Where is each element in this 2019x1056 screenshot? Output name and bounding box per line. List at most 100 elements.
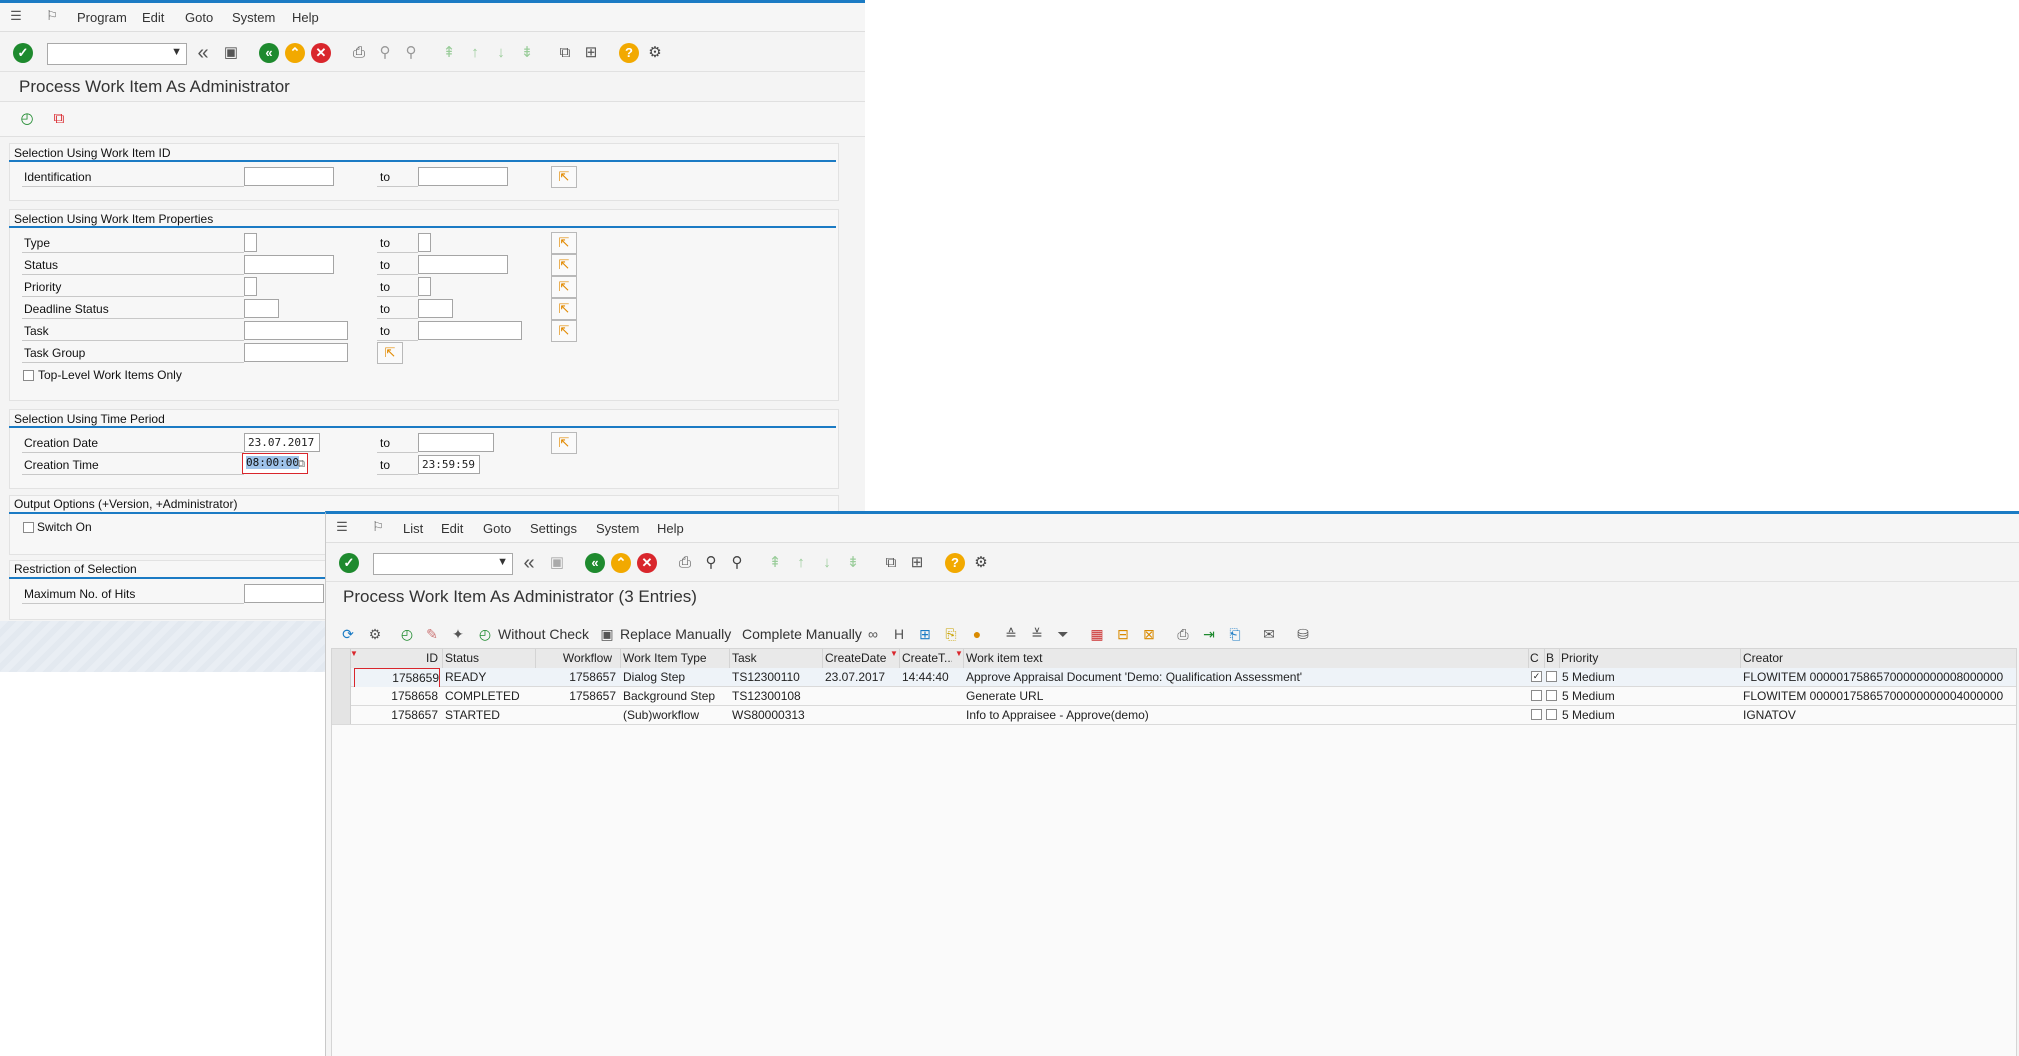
last-page-icon[interactable]: ⇟ (517, 43, 537, 63)
settings-gear-icon[interactable]: ⚙ (645, 43, 665, 63)
previous-page-icon[interactable]: ↑ (791, 553, 811, 573)
complete-manually-button[interactable]: Complete Manually (742, 626, 862, 642)
col-priority[interactable]: Priority (1561, 649, 1681, 667)
layout-change-icon[interactable]: ⊟ (1114, 625, 1132, 643)
without-check-icon[interactable]: ◴ (476, 625, 494, 643)
col-b[interactable]: B (1546, 649, 1560, 667)
print-preview-icon[interactable]: ⎙ (1174, 625, 1192, 643)
exit-icon[interactable]: ⌃ (285, 43, 305, 63)
command-field[interactable]: ▼ (373, 553, 513, 575)
creation-time-from-input[interactable]: 08:00:00 ⧉ (242, 453, 308, 474)
exit-icon[interactable]: ⌃ (611, 553, 631, 573)
deadline-status-to-input[interactable] (418, 299, 453, 318)
multiple-selection-button[interactable]: ⇱ (551, 166, 577, 188)
status-from-input[interactable] (244, 255, 334, 274)
menu-list[interactable]: List (403, 521, 423, 536)
save-icon[interactable]: ▣ (221, 43, 241, 63)
menu-settings[interactable]: Settings (530, 521, 577, 536)
col-creator[interactable]: Creator (1743, 649, 1943, 667)
next-page-icon[interactable]: ↓ (491, 43, 511, 63)
previous-page-icon[interactable]: ↑ (465, 43, 485, 63)
layout-save-icon[interactable]: ⊠ (1140, 625, 1158, 643)
cancel-icon[interactable]: ✕ (637, 553, 657, 573)
flag-icon[interactable]: ⚐ (368, 517, 388, 537)
menu-goto[interactable]: Goto (483, 521, 511, 536)
table-row[interactable]: 1758659 READY 1758657 Dialog Step TS1230… (332, 668, 2016, 688)
priority-to-input[interactable] (418, 277, 431, 296)
enter-check-icon[interactable]: ✓ (339, 553, 359, 573)
status-to-input[interactable] (418, 255, 508, 274)
details-glasses-icon[interactable]: ∞ (864, 625, 882, 643)
find-icon[interactable]: ⚲ (701, 553, 721, 573)
help-icon[interactable]: ? (619, 43, 639, 63)
col-status[interactable]: Status (445, 649, 515, 667)
find-icon[interactable]: ⚲ (375, 43, 395, 63)
print-icon[interactable]: ⎙ (675, 553, 695, 573)
first-page-icon[interactable]: ⇞ (765, 553, 785, 573)
enter-check-icon[interactable]: ✓ (13, 43, 33, 63)
cell-id[interactable]: 1758658 (354, 687, 438, 705)
b-checkbox[interactable] (1546, 709, 1557, 720)
flag-icon[interactable]: ⚐ (42, 6, 62, 26)
multiple-selection-button[interactable]: ⇱ (551, 298, 577, 320)
identification-from-input[interactable] (244, 167, 334, 186)
command-field[interactable]: ▼ (47, 43, 187, 65)
deadline-status-from-input[interactable] (244, 299, 279, 318)
without-check-button[interactable]: Without Check (498, 626, 589, 642)
new-session-icon[interactable]: ⧉ (555, 43, 575, 63)
menu-system[interactable]: System (232, 10, 275, 25)
first-page-icon[interactable]: ⇞ (439, 43, 459, 63)
c-checkbox[interactable] (1531, 690, 1542, 701)
max-hits-input[interactable] (244, 584, 324, 603)
find-next-icon[interactable]: ⚲ (401, 43, 421, 63)
multiple-selection-button[interactable]: ⇱ (377, 342, 403, 364)
b-checkbox[interactable] (1546, 690, 1557, 701)
multiple-selection-button[interactable]: ⇱ (551, 254, 577, 276)
multiple-selection-button[interactable]: ⇱ (551, 320, 577, 342)
variant-icon[interactable]: ⧉ (49, 109, 69, 129)
notification-icon[interactable]: ● (968, 625, 986, 643)
menu-help[interactable]: Help (292, 10, 319, 25)
col-work-item-type[interactable]: Work Item Type (623, 649, 723, 667)
menu-help[interactable]: Help (657, 521, 684, 536)
row-selector-column[interactable] (332, 649, 351, 724)
magic-wand-icon[interactable]: ✎ (423, 625, 441, 643)
replace-manually-button[interactable]: Replace Manually (620, 626, 731, 642)
f4-help-icon[interactable]: ⧉ (297, 455, 305, 472)
menu-goto[interactable]: Goto (185, 10, 213, 25)
back-icon[interactable]: « (259, 43, 279, 63)
menu-system[interactable]: System (596, 521, 639, 536)
col-create-date[interactable]: CreateDate (825, 649, 897, 667)
admin-tools-icon[interactable]: ✦ (449, 625, 467, 643)
filter-icon[interactable]: ⏷ (1054, 625, 1072, 643)
priority-from-input[interactable] (244, 277, 257, 296)
creation-date-to-input[interactable] (418, 433, 494, 452)
cell-id[interactable]: 1758657 (354, 706, 438, 724)
table-row[interactable]: 1758658 COMPLETED 1758657 Background Ste… (332, 687, 2016, 706)
shortcut-icon[interactable]: ⊞ (907, 553, 927, 573)
find-next-icon[interactable]: ⚲ (727, 553, 747, 573)
menu-icon[interactable]: ☰ (332, 517, 352, 537)
b-checkbox[interactable] (1546, 671, 1557, 682)
col-create-time[interactable]: CreateT... (902, 649, 952, 667)
cell-id[interactable]: 1758659 (354, 668, 440, 688)
sort-descending-icon[interactable]: ≚ (1028, 625, 1046, 643)
multiple-selection-button[interactable]: ⇱ (551, 276, 577, 298)
menu-icon[interactable]: ☰ (6, 6, 26, 26)
table-row[interactable]: 1758657 STARTED (Sub)workflow WS80000313… (332, 706, 2016, 725)
execute-clock-icon[interactable]: ◴ (17, 109, 37, 129)
multiple-selection-button[interactable]: ⇱ (551, 432, 577, 454)
workflow-log-icon[interactable]: ⚙ (366, 625, 384, 643)
structure-icon[interactable]: ⊞ (916, 625, 934, 643)
task-from-input[interactable] (244, 321, 348, 340)
save-icon[interactable]: ▣ (547, 553, 567, 573)
double-back-icon[interactable]: « (519, 553, 539, 573)
task-group-input[interactable] (244, 343, 348, 362)
header-icon[interactable]: H (890, 625, 908, 643)
settings-gear-icon[interactable]: ⚙ (971, 553, 991, 573)
creation-time-to-input[interactable]: 23:59:59 (418, 455, 480, 474)
replace-manually-icon[interactable]: ▣ (598, 625, 616, 643)
refresh-icon[interactable]: ⟳ (339, 625, 357, 643)
print-icon[interactable]: ⎙ (349, 43, 369, 63)
last-page-icon[interactable]: ⇟ (843, 553, 863, 573)
